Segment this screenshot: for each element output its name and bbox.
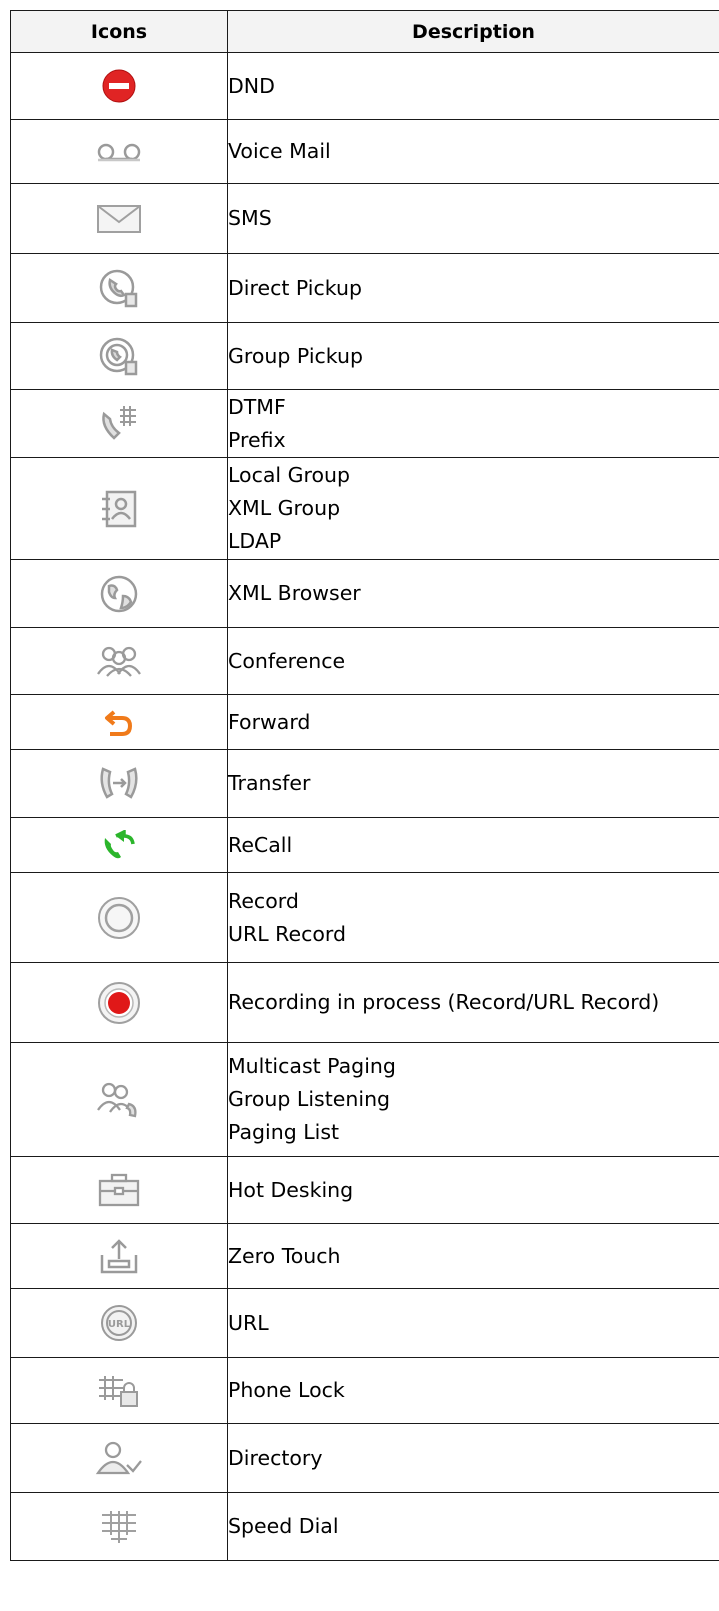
description-line: DND <box>228 73 275 98</box>
description-line: DTMF <box>228 394 286 419</box>
table-row: ReCall <box>10 817 719 873</box>
sms-envelope-icon <box>96 204 142 233</box>
svg-text:URL: URL <box>108 1319 131 1330</box>
table-row: Local Group XML Group LDAP <box>10 457 719 560</box>
table-row: SMS <box>10 183 719 254</box>
icon-description-table: Icons Description DND Voice Mail SMS Dir… <box>10 10 719 1561</box>
hot-desking-briefcase-icon <box>97 1173 141 1207</box>
description-line: URL <box>228 1310 269 1335</box>
description-line: XML Browser <box>228 581 361 605</box>
description-line: Direct Pickup <box>228 275 363 300</box>
description-line: Recording in process (Record/URL Record) <box>228 990 660 1014</box>
paging-icon <box>95 1082 143 1117</box>
group-pickup-icon <box>98 337 140 376</box>
table-row: Directory <box>10 1423 719 1493</box>
table-row: Multicast Paging Group Listening Paging … <box>10 1042 719 1157</box>
description-line: XML Group <box>228 496 341 520</box>
description-line: Zero Touch <box>228 1243 341 1268</box>
description-line: Record <box>228 888 299 913</box>
description-line: Conference <box>228 648 346 673</box>
description-line: URL Record <box>228 921 347 946</box>
table-row: Phone Lock <box>10 1357 719 1424</box>
contact-book-icon <box>99 490 139 527</box>
description-line: Speed Dial <box>228 1514 339 1538</box>
voicemail-icon <box>96 143 142 161</box>
description-line: Multicast Paging <box>228 1054 396 1078</box>
transfer-icon <box>97 766 141 799</box>
description-line: Transfer <box>228 771 311 795</box>
table-row: Recording in process (Record/URL Record) <box>10 962 719 1043</box>
table-row: XML Browser <box>10 559 719 628</box>
description-line: SMS <box>228 206 272 230</box>
table-row: Conference <box>10 627 719 695</box>
description-line: Voice Mail <box>228 139 331 163</box>
table-row: Transfer <box>10 749 719 818</box>
phone-lock-icon <box>97 1375 141 1407</box>
description-line: Group Pickup <box>228 343 364 368</box>
recall-icon <box>102 830 136 859</box>
description-column-header: Description <box>227 10 719 53</box>
description-line: Directory <box>228 1445 323 1470</box>
table-row: DTMF Prefix <box>10 389 719 458</box>
direct-pickup-icon <box>98 269 140 308</box>
table-row: Hot Desking <box>10 1156 719 1224</box>
conference-icon <box>95 646 143 677</box>
recording-in-process-icon <box>97 981 141 1024</box>
table-row: Zero Touch <box>10 1223 719 1289</box>
globe-icon <box>99 575 139 612</box>
description-line: Group Listening <box>228 1087 391 1111</box>
speed-dial-icon <box>99 1510 139 1543</box>
table-row: Voice Mail <box>10 119 719 184</box>
table-row: Group Pickup <box>10 322 719 390</box>
icons-column-header: Icons <box>10 10 228 53</box>
forward-arrow-icon <box>104 710 134 736</box>
url-icon: URL <box>99 1305 139 1341</box>
table-row: Speed Dial <box>10 1492 719 1561</box>
description-line: Local Group <box>228 463 351 487</box>
table-row: Forward <box>10 694 719 750</box>
table-header-row: Icons Description <box>10 10 719 53</box>
table-row: URL URL <box>10 1288 719 1358</box>
description-line: Forward <box>228 709 311 734</box>
description-line: Paging List <box>228 1120 340 1144</box>
dtmf-keypad-icon <box>98 405 140 440</box>
table-row: DND <box>10 52 719 120</box>
dnd-icon <box>101 69 137 103</box>
directory-icon <box>95 1441 143 1475</box>
record-icon <box>97 896 141 939</box>
description-line: Hot Desking <box>228 1177 354 1202</box>
zero-touch-upload-icon <box>99 1239 139 1274</box>
description-line: Prefix <box>228 427 286 452</box>
description-line: LDAP <box>228 529 282 553</box>
description-line: ReCall <box>228 832 293 857</box>
table-row: Record URL Record <box>10 872 719 963</box>
description-line: Phone Lock <box>228 1378 345 1402</box>
table-row: Direct Pickup <box>10 253 719 323</box>
